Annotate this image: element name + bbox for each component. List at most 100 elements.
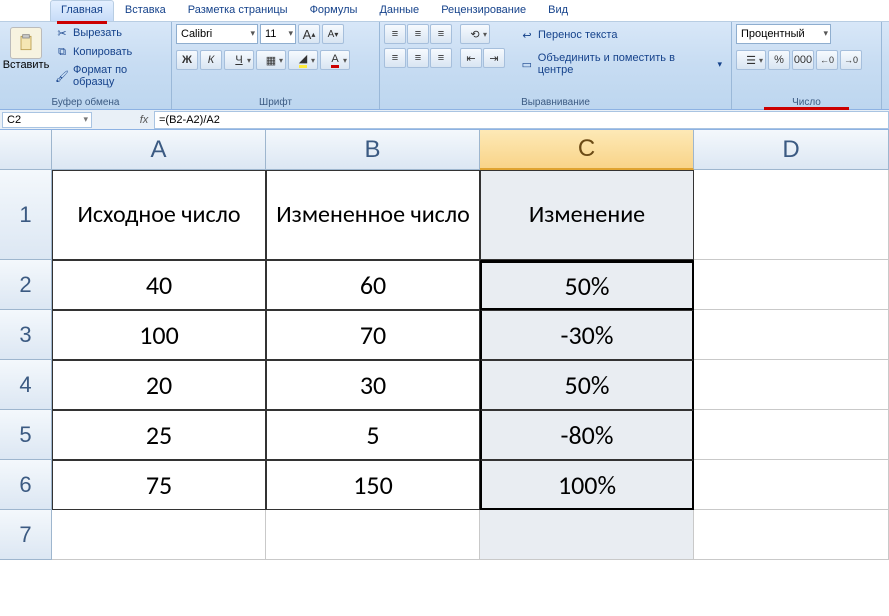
format-painter-button[interactable]: 🖌 Формат по образцу <box>50 62 167 90</box>
cell-c4[interactable]: 50% <box>480 360 694 410</box>
fx-icon[interactable]: fx <box>134 114 154 126</box>
cell-d6[interactable] <box>694 460 889 510</box>
group-label-alignment: Выравнивание <box>384 96 727 109</box>
cut-button[interactable]: ✂ Вырезать <box>50 24 167 42</box>
cell-b1[interactable]: Измененное число <box>266 170 480 260</box>
align-middle-button[interactable]: ≡ <box>407 24 429 44</box>
accounting-format-button[interactable]: ☰ <box>736 50 766 70</box>
cell-a4[interactable]: 20 <box>52 360 266 410</box>
cell-c3[interactable]: -30% <box>480 310 694 360</box>
fill-color-button[interactable]: ◢ <box>288 50 318 70</box>
tab-view[interactable]: Вид <box>537 0 579 21</box>
shrink-font-button[interactable]: A▾ <box>322 24 344 44</box>
brush-icon: 🖌 <box>55 69 69 83</box>
col-header-a[interactable]: A <box>52 130 266 170</box>
bold-button[interactable]: Ж <box>176 50 198 70</box>
clipboard-icon <box>10 27 42 59</box>
tab-insert[interactable]: Вставка <box>114 0 177 21</box>
grow-font-button[interactable]: A▴ <box>298 24 320 44</box>
col-header-c[interactable]: C <box>480 130 694 170</box>
cell-c7[interactable] <box>480 510 694 560</box>
ribbon-tabs: Главная Вставка Разметка страницы Формул… <box>0 0 889 22</box>
group-label-font: Шрифт <box>176 96 375 109</box>
number-format-combo[interactable]: Процентный <box>736 24 831 44</box>
increase-indent-button[interactable]: ⇥ <box>483 48 505 68</box>
cell-a7[interactable] <box>52 510 266 560</box>
border-button[interactable]: ▦ <box>256 50 286 70</box>
comma-style-button[interactable]: 000 <box>792 50 814 70</box>
italic-button[interactable]: К <box>200 50 222 70</box>
cell-a1[interactable]: Исходное число <box>52 170 266 260</box>
border-icon: ▦ <box>266 54 276 67</box>
row-header-3[interactable]: 3 <box>0 310 52 360</box>
cell-b4[interactable]: 30 <box>266 360 480 410</box>
cell-c2[interactable]: 50% <box>480 260 694 310</box>
cell-c1[interactable]: Изменение <box>480 170 694 260</box>
name-box[interactable]: C2 <box>2 112 92 128</box>
tab-review[interactable]: Рецензирование <box>430 0 537 21</box>
wrap-icon: ↩ <box>520 28 534 42</box>
cell-d1[interactable] <box>694 170 889 260</box>
group-font: Calibri 11 A▴ A▾ Ж К Ч ▦ ◢ A Шрифт <box>172 22 380 109</box>
col-header-b[interactable]: B <box>266 130 480 170</box>
tab-page-layout[interactable]: Разметка страницы <box>177 0 299 21</box>
font-name-combo[interactable]: Calibri <box>176 24 258 44</box>
copy-icon: ⧉ <box>55 45 69 59</box>
group-clipboard: Вставить ✂ Вырезать ⧉ Копировать 🖌 Форма… <box>0 22 172 109</box>
align-bottom-button[interactable]: ≡ <box>430 24 452 44</box>
percent-style-button[interactable]: % <box>768 50 790 70</box>
align-top-button[interactable]: ≡ <box>384 24 406 44</box>
cell-d2[interactable] <box>694 260 889 310</box>
merge-center-button[interactable]: ▭ Объединить и поместить в центре ▾ <box>515 50 727 78</box>
ribbon: Вставить ✂ Вырезать ⧉ Копировать 🖌 Форма… <box>0 22 889 110</box>
currency-icon: ☰ <box>746 54 756 67</box>
cell-b7[interactable] <box>266 510 480 560</box>
align-left-button[interactable]: ≡ <box>384 48 406 68</box>
cell-c5[interactable]: -80% <box>480 410 694 460</box>
decrease-indent-button[interactable]: ⇤ <box>460 48 482 68</box>
row-header-7[interactable]: 7 <box>0 510 52 560</box>
row-header-2[interactable]: 2 <box>0 260 52 310</box>
cell-d4[interactable] <box>694 360 889 410</box>
cell-b5[interactable]: 5 <box>266 410 480 460</box>
underline-button[interactable]: Ч <box>224 50 254 70</box>
row-header-1[interactable]: 1 <box>0 170 52 260</box>
wrap-text-button[interactable]: ↩ Перенос текста <box>515 26 727 44</box>
tab-data[interactable]: Данные <box>368 0 430 21</box>
cell-a3[interactable]: 100 <box>52 310 266 360</box>
increase-decimal-button[interactable]: ←0 <box>816 50 838 70</box>
paste-button[interactable]: Вставить <box>4 24 48 74</box>
formula-input[interactable]: =(B2-A2)/A2 <box>154 111 889 129</box>
font-color-button[interactable]: A <box>320 50 350 70</box>
decrease-decimal-button[interactable]: →0 <box>840 50 862 70</box>
cell-a5[interactable]: 25 <box>52 410 266 460</box>
tab-formulas[interactable]: Формулы <box>299 0 369 21</box>
font-size-combo[interactable]: 11 <box>260 24 296 44</box>
cell-b3[interactable]: 70 <box>266 310 480 360</box>
cell-a2[interactable]: 40 <box>52 260 266 310</box>
align-center-button[interactable]: ≡ <box>407 48 429 68</box>
bucket-icon: ◢ <box>299 52 307 68</box>
cell-d7[interactable] <box>694 510 889 560</box>
group-alignment: ≡ ≡ ≡ ⟲ ≡ ≡ ≡ ⇤ ⇥ ↩ П <box>380 22 732 109</box>
copy-button[interactable]: ⧉ Копировать <box>50 43 167 61</box>
select-all-corner[interactable] <box>0 130 52 170</box>
align-right-button[interactable]: ≡ <box>430 48 452 68</box>
cell-b2[interactable]: 60 <box>266 260 480 310</box>
group-label-number: Число <box>736 96 877 109</box>
tab-home[interactable]: Главная <box>50 0 114 21</box>
spreadsheet-grid: A B C D 1 Исходное число Измененное числ… <box>0 130 889 560</box>
group-number: Процентный ☰ % 000 ←0 →0 Число <box>732 22 882 109</box>
cell-c6[interactable]: 100% <box>480 460 694 510</box>
cell-d5[interactable] <box>694 410 889 460</box>
formula-bar: C2 fx =(B2-A2)/A2 <box>0 110 889 130</box>
cell-b6[interactable]: 150 <box>266 460 480 510</box>
row-header-5[interactable]: 5 <box>0 410 52 460</box>
row-header-6[interactable]: 6 <box>0 460 52 510</box>
orientation-button[interactable]: ⟲ <box>460 24 490 44</box>
col-header-d[interactable]: D <box>694 130 889 170</box>
merge-icon: ▭ <box>520 57 534 71</box>
cell-a6[interactable]: 75 <box>52 460 266 510</box>
row-header-4[interactable]: 4 <box>0 360 52 410</box>
cell-d3[interactable] <box>694 310 889 360</box>
